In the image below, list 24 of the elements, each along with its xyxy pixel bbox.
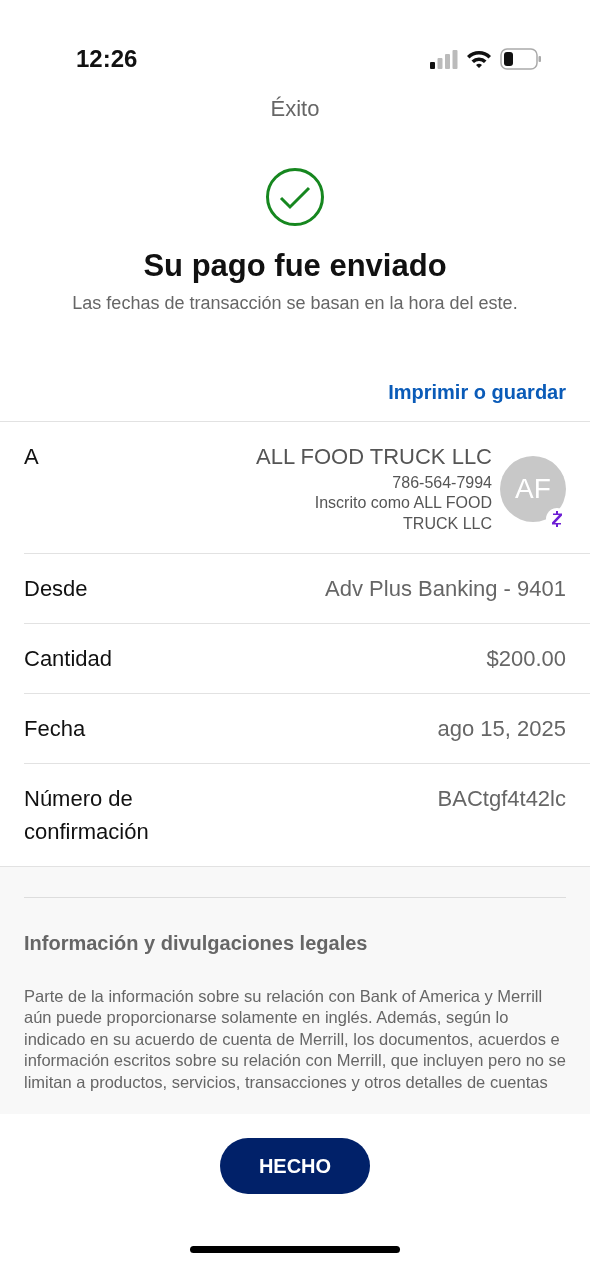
done-button[interactable]: HECHO	[220, 1137, 370, 1194]
timezone-note: Las fechas de transacción se basan en la hora del este.	[72, 292, 518, 313]
page-title: Éxito	[270, 95, 320, 123]
confirmation-heading: Su pago fue enviado	[143, 248, 447, 283]
check-circle-icon	[265, 167, 325, 227]
print-link[interactable]: Imprimir o guardar	[388, 376, 566, 407]
detail-label: A	[24, 443, 39, 469]
detail-label: Desde	[24, 575, 88, 601]
payee-name: ALL FOOD TRUCK LLC	[256, 442, 492, 471]
clock-time: 12:26	[76, 44, 138, 74]
battery-icon	[500, 48, 542, 70]
detail-label: Fecha	[24, 715, 86, 741]
payee-phone: 786-564-7994	[392, 472, 492, 493]
legal-heading: Información y divulgaciones legales	[24, 930, 369, 956]
detail-value: $200.00	[486, 644, 566, 673]
detail-label: Cantidad	[24, 645, 113, 671]
detail-label: Número de confirmación	[24, 785, 149, 844]
detail-value: Adv Plus Banking - 9401	[325, 574, 566, 603]
wifi-icon	[466, 49, 492, 69]
payee-registration: Inscrito como ALL FOOD TRUCK LLC	[313, 493, 492, 535]
detail-value: BACtgf4t42lc	[437, 784, 566, 813]
legal-text: Parte de la información sobre su relación con Bank of America y Merrill aún puede proporcionarse solamente en inglés. Además, según lo indicado en su acuerdo de cuenta de Merrill, los documentos, acuerdos e información escritos sobre su relación con Merrill, que incluyen pero no se limitan a productos, servicios, transacciones y otros detalles de cuentas	[24, 985, 566, 1093]
detail-value: ago 15, 2025	[437, 714, 566, 743]
signal-icon	[430, 49, 458, 69]
